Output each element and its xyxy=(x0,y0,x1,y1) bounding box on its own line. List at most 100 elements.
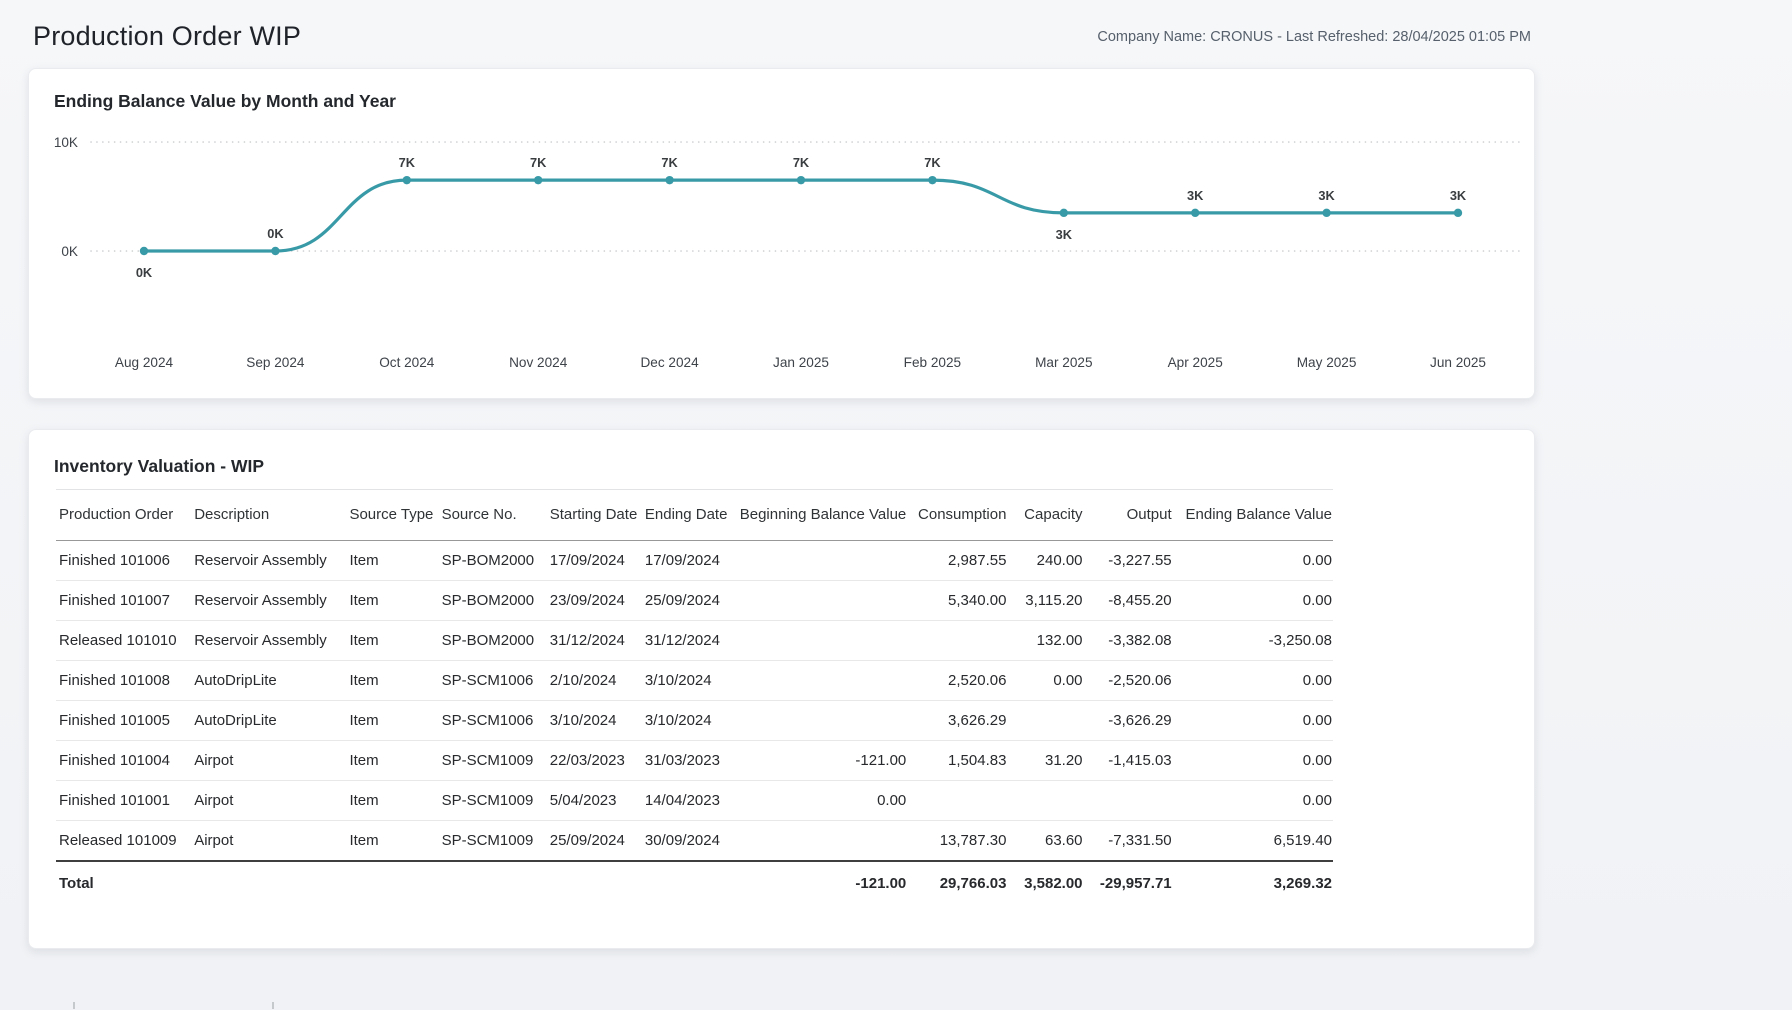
cell-ending-balance-value: 6,519.40 xyxy=(1173,821,1333,862)
cell-ending-balance-value: 0.00 xyxy=(1173,541,1333,581)
cell-output: -2,520.06 xyxy=(1084,661,1173,701)
cell-beginning-balance-value xyxy=(739,621,907,661)
cell-ending-balance-value: 0.00 xyxy=(1173,741,1333,781)
cell-source-no: SP-SCM1006 xyxy=(439,661,547,701)
data-point-marker[interactable] xyxy=(271,247,279,255)
data-label: 0K xyxy=(267,226,284,241)
data-label: 3K xyxy=(1318,188,1335,203)
table-row[interactable]: Finished 101008AutoDripLiteItemSP-SCM100… xyxy=(56,661,1333,701)
data-point-marker[interactable] xyxy=(1191,209,1199,217)
data-point-marker[interactable] xyxy=(140,247,148,255)
cell-source-no: SP-BOM2000 xyxy=(439,541,547,581)
data-label: 7K xyxy=(399,155,416,170)
total-starting-date xyxy=(547,861,642,905)
table-row[interactable]: Finished 101005AutoDripLiteItemSP-SCM100… xyxy=(56,701,1333,741)
cell-consumption: 5,340.00 xyxy=(907,581,1007,621)
cell-consumption: 1,504.83 xyxy=(907,741,1007,781)
data-point-marker[interactable] xyxy=(928,176,936,184)
cell-starting-date: 17/09/2024 xyxy=(547,541,642,581)
data-point-marker[interactable] xyxy=(1060,209,1068,217)
cell-production-order: Finished 101006 xyxy=(56,541,191,581)
cell-output: -3,382.08 xyxy=(1084,621,1173,661)
table-row[interactable]: Finished 101004AirpotItemSP-SCM100922/03… xyxy=(56,741,1333,781)
cell-source-type: Item xyxy=(346,541,438,581)
cell-source-type: Item xyxy=(346,621,438,661)
data-point-marker[interactable] xyxy=(665,176,673,184)
data-point-marker[interactable] xyxy=(403,176,411,184)
x-axis-tick-label: Jan 2025 xyxy=(773,355,829,370)
cell-beginning-balance-value xyxy=(739,581,907,621)
total-beginning-balance-value: -121.00 xyxy=(739,861,907,905)
series-line xyxy=(144,180,1458,251)
cell-ending-date: 31/12/2024 xyxy=(642,621,739,661)
x-axis-tick-label: Jun 2025 xyxy=(1430,355,1486,370)
x-axis-tick-label: Mar 2025 xyxy=(1035,355,1092,370)
cell-consumption xyxy=(907,781,1007,821)
column-header-beginning-balance-value[interactable]: Beginning Balance Value xyxy=(739,490,907,541)
cell-source-no: SP-BOM2000 xyxy=(439,581,547,621)
column-header-ending-date[interactable]: Ending Date xyxy=(642,490,739,541)
table-row[interactable]: Finished 101007Reservoir AssemblyItemSP-… xyxy=(56,581,1333,621)
cell-beginning-balance-value: -121.00 xyxy=(739,741,907,781)
cell-capacity: 0.00 xyxy=(1007,661,1083,701)
cell-source-no: SP-BOM2000 xyxy=(439,621,547,661)
data-label: 7K xyxy=(661,155,678,170)
column-header-production-order[interactable]: Production Order xyxy=(56,490,191,541)
cell-output: -1,415.03 xyxy=(1084,741,1173,781)
cell-output: -7,331.50 xyxy=(1084,821,1173,862)
total-description xyxy=(191,861,346,905)
cell-production-order: Finished 101008 xyxy=(56,661,191,701)
total-ending-balance-value: 3,269.32 xyxy=(1173,861,1333,905)
table-total-row[interactable]: Total-121.0029,766.033,582.00-29,957.713… xyxy=(56,861,1333,905)
total-consumption: 29,766.03 xyxy=(907,861,1007,905)
table-row[interactable]: Released 101009AirpotItemSP-SCM100925/09… xyxy=(56,821,1333,862)
column-header-starting-date[interactable]: Starting Date xyxy=(547,490,642,541)
page-title: Production Order WIP xyxy=(33,21,301,52)
cell-description: Airpot xyxy=(191,821,346,862)
table-row[interactable]: Finished 101001AirpotItemSP-SCM10095/04/… xyxy=(56,781,1333,821)
cell-source-type: Item xyxy=(346,701,438,741)
data-point-marker[interactable] xyxy=(534,176,542,184)
chart-card: Ending Balance Value by Month and Year 0… xyxy=(28,68,1535,399)
y-axis-tick-label: 0K xyxy=(61,244,78,259)
x-axis-tick-label: Aug 2024 xyxy=(115,355,174,370)
cell-ending-balance-value: 0.00 xyxy=(1173,661,1333,701)
cell-consumption xyxy=(907,621,1007,661)
cell-capacity xyxy=(1007,701,1083,741)
column-header-capacity[interactable]: Capacity xyxy=(1007,490,1083,541)
cell-consumption: 2,987.55 xyxy=(907,541,1007,581)
column-header-source-no[interactable]: Source No. xyxy=(439,490,547,541)
cell-ending-date: 3/10/2024 xyxy=(642,661,739,701)
cell-capacity: 240.00 xyxy=(1007,541,1083,581)
table-row[interactable]: Finished 101006Reservoir AssemblyItemSP-… xyxy=(56,541,1333,581)
data-point-marker[interactable] xyxy=(1322,209,1330,217)
cell-ending-date: 30/09/2024 xyxy=(642,821,739,862)
cell-output: -8,455.20 xyxy=(1084,581,1173,621)
cell-consumption: 2,520.06 xyxy=(907,661,1007,701)
data-point-marker[interactable] xyxy=(1454,209,1462,217)
cell-description: Reservoir Assembly xyxy=(191,581,346,621)
data-label: 7K xyxy=(793,155,810,170)
cell-starting-date: 25/09/2024 xyxy=(547,821,642,862)
data-label: 7K xyxy=(924,155,941,170)
cell-source-type: Item xyxy=(346,581,438,621)
column-header-description[interactable]: Description xyxy=(191,490,346,541)
cell-ending-date: 14/04/2023 xyxy=(642,781,739,821)
data-point-marker[interactable] xyxy=(797,176,805,184)
x-axis-tick-label: Dec 2024 xyxy=(640,355,699,370)
column-header-ending-balance-value[interactable]: Ending Balance Value xyxy=(1173,490,1333,541)
cell-production-order: Finished 101004 xyxy=(56,741,191,781)
cell-source-type: Item xyxy=(346,741,438,781)
table-row[interactable]: Released 101010Reservoir AssemblyItemSP-… xyxy=(56,621,1333,661)
data-label: 0K xyxy=(136,265,153,280)
cell-starting-date: 23/09/2024 xyxy=(547,581,642,621)
cell-description: AutoDripLite xyxy=(191,701,346,741)
column-header-source-type[interactable]: Source Type xyxy=(346,490,438,541)
column-header-output[interactable]: Output xyxy=(1084,490,1173,541)
cell-beginning-balance-value xyxy=(739,541,907,581)
cell-capacity: 132.00 xyxy=(1007,621,1083,661)
company-refresh-info: Company Name: CRONUS - Last Refreshed: 2… xyxy=(1097,29,1531,45)
line-chart[interactable]: 0K10KAug 20240KSep 20240KOct 20247KNov 2… xyxy=(29,69,1536,400)
column-header-consumption[interactable]: Consumption xyxy=(907,490,1007,541)
total-source-no xyxy=(439,861,547,905)
